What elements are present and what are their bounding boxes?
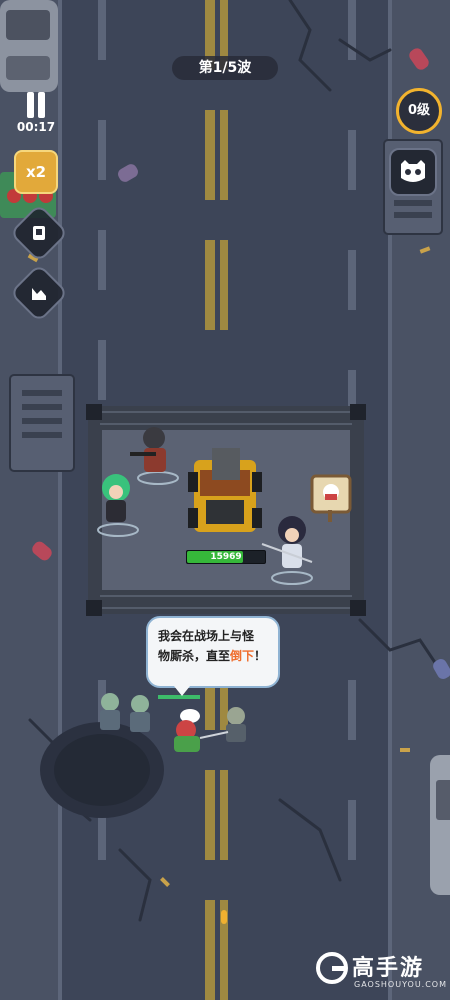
base-health-bar: 15969 xyxy=(186,550,266,564)
game-scene xyxy=(0,0,450,1000)
vent-left xyxy=(9,374,75,472)
speech-highlight: 倒下 xyxy=(230,649,255,663)
wrecked-car-right xyxy=(430,755,450,895)
game-timer: 00:17 xyxy=(16,120,56,134)
speech-line-2a: 物厮杀，直至 xyxy=(158,649,231,663)
wave-indicator: 第1/5波 xyxy=(172,56,278,80)
watermark-brand: 高手游 xyxy=(352,956,425,981)
wrecked-car-top xyxy=(0,0,58,92)
pause-icon xyxy=(24,92,48,118)
armored-car xyxy=(188,448,262,532)
card-icon xyxy=(33,226,45,240)
upgrade-chart-icon xyxy=(32,288,46,300)
pause-button[interactable]: 00:17 xyxy=(14,90,58,136)
speech-line-1: 我会在战场上与怪 xyxy=(158,629,255,643)
speech-line-2b: ！ xyxy=(254,649,267,663)
bullet xyxy=(221,910,227,924)
battlefield xyxy=(0,0,450,1000)
health-value: 15969 xyxy=(210,552,242,562)
watermark: 高手游 GAOSHOUYOU.COM xyxy=(316,948,446,994)
watermark-logo-icon xyxy=(316,952,348,984)
cat-mask-icon xyxy=(401,160,425,182)
player-level-badge[interactable]: 0级 xyxy=(396,88,442,134)
pet-button[interactable] xyxy=(389,148,437,196)
speech-bubble-tail xyxy=(174,686,190,696)
speed-toggle-button[interactable]: x2 xyxy=(14,150,58,194)
watermark-site: GAOSHOUYOU.COM xyxy=(354,980,448,989)
speech-bubble: 我会在战场上与怪 物厮杀，直至倒下！ xyxy=(146,616,280,688)
